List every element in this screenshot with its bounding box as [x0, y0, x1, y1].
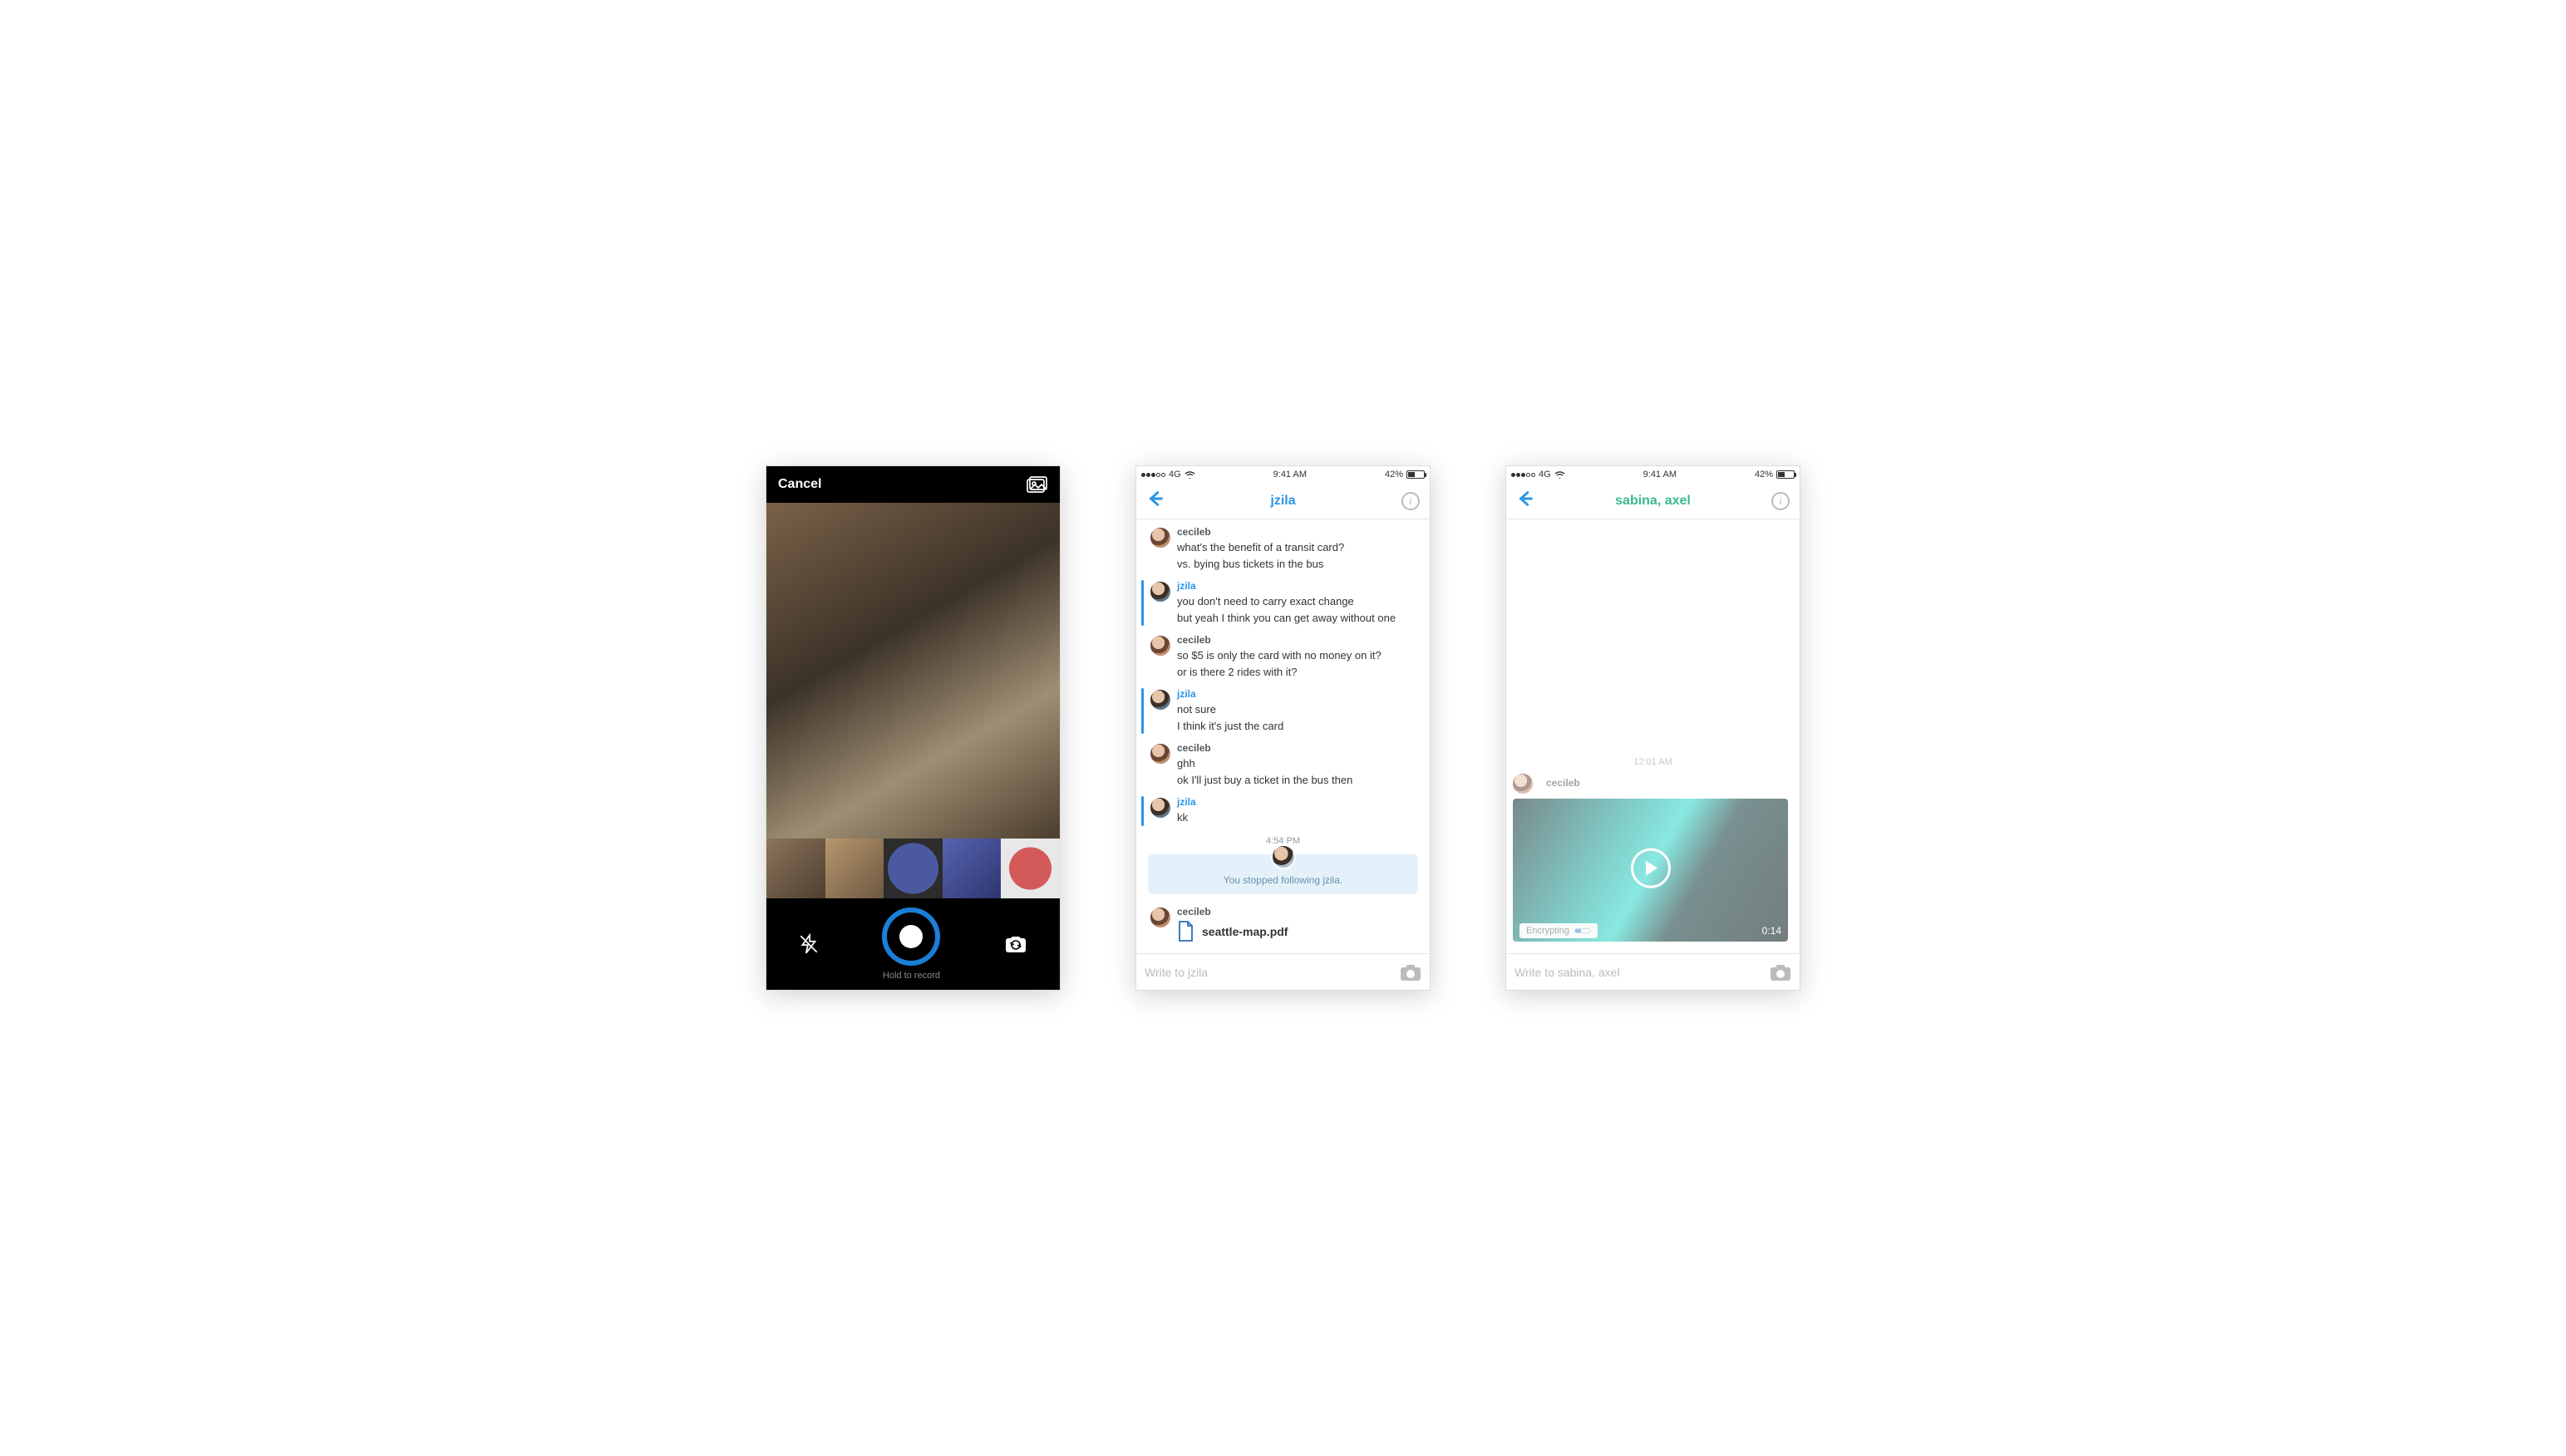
message-group: cecilebghhok I'll just buy a ticket in t… — [1136, 739, 1430, 793]
carrier-label: 4G — [1539, 470, 1551, 480]
battery-pct-label: 42% — [1385, 470, 1403, 480]
chat-title[interactable]: sabina, axel — [1615, 494, 1691, 509]
sender-username[interactable]: jzila — [1177, 796, 1421, 808]
switch-camera-icon[interactable] — [1003, 933, 1028, 955]
message-group: jzilakk — [1136, 793, 1430, 831]
avatar[interactable] — [1150, 908, 1170, 927]
message-list[interactable]: cecilebwhat's the benefit of a transit c… — [1136, 519, 1430, 953]
camera-bottom-bar: Hold to record — [766, 898, 1060, 990]
screen-chat-jzila: 4G 9:41 AM 42% jzila i cecilebwhat's the… — [1135, 465, 1431, 991]
chat-title[interactable]: jzila — [1270, 494, 1295, 509]
system-message-text: You stopped following jzila. — [1224, 874, 1343, 886]
cancel-button[interactable]: Cancel — [778, 477, 821, 492]
back-button[interactable] — [1146, 489, 1165, 512]
signal-dots-icon — [1511, 473, 1535, 477]
sender-username[interactable]: cecileb — [1177, 742, 1421, 754]
battery-pct-label: 42% — [1755, 470, 1773, 480]
message-text: so $5 is only the card with no money on … — [1177, 647, 1421, 664]
camera-icon[interactable] — [1770, 963, 1791, 981]
video-attachment[interactable]: Encrypting 0:14 — [1513, 799, 1788, 942]
message-group: jzilayou don't need to carry exact chang… — [1136, 577, 1430, 631]
camera-recent-thumbnails — [766, 839, 1060, 898]
battery-icon — [1406, 470, 1425, 479]
following-indicator — [1141, 796, 1144, 826]
avatar[interactable] — [1150, 582, 1170, 602]
avatar[interactable] — [1513, 774, 1533, 794]
encrypting-label: Encrypting — [1526, 926, 1569, 936]
message-text: but yeah I think you can get away withou… — [1177, 610, 1421, 627]
camera-viewfinder — [766, 503, 1060, 839]
message-text: not sure — [1177, 701, 1421, 718]
message-group: jzilanot sureI think it's just the card — [1136, 685, 1430, 739]
message-group: cecilebso $5 is only the card with no mo… — [1136, 631, 1430, 685]
status-bar: 4G 9:41 AM 42% — [1506, 466, 1800, 483]
nav-header: sabina, axel i — [1506, 483, 1800, 519]
gallery-icon[interactable] — [1027, 475, 1048, 494]
battery-icon — [1776, 470, 1795, 479]
clock-label: 9:41 AM — [1643, 470, 1677, 480]
thumbnail[interactable] — [766, 839, 825, 898]
video-duration: 0:14 — [1762, 925, 1781, 937]
timestamp-label: 12:01 AM — [1506, 752, 1800, 772]
screen-chat-group: 4G 9:41 AM 42% sabina, axel i 12:01 AM c… — [1505, 465, 1800, 991]
message-group: cecilebwhat's the benefit of a transit c… — [1136, 523, 1430, 577]
message-text: what's the benefit of a transit card? — [1177, 539, 1421, 556]
back-button[interactable] — [1516, 489, 1534, 512]
composer — [1506, 953, 1800, 990]
signal-dots-icon — [1141, 473, 1165, 477]
progress-bar — [1574, 928, 1591, 933]
status-bar: 4G 9:41 AM 42% — [1136, 466, 1430, 483]
composer-input[interactable] — [1514, 966, 1763, 979]
avatar[interactable] — [1150, 528, 1170, 548]
message-text: ok I'll just buy a ticket in the bus the… — [1177, 772, 1421, 789]
wifi-icon — [1184, 470, 1195, 479]
thumbnail[interactable] — [884, 839, 943, 898]
message-group: cecileb seattle-map.pdf — [1136, 903, 1430, 947]
message-text: ghh — [1177, 755, 1421, 772]
file-attachment[interactable]: seattle-map.pdf — [1177, 921, 1421, 942]
composer — [1136, 953, 1430, 990]
nav-header: jzila i — [1136, 483, 1430, 519]
file-icon — [1177, 921, 1194, 942]
thumbnail[interactable] — [943, 839, 1002, 898]
thumbnail[interactable] — [1001, 839, 1060, 898]
message-text: kk — [1177, 809, 1421, 826]
sender-username[interactable]: cecileb — [1177, 906, 1421, 917]
play-icon[interactable] — [1631, 849, 1671, 888]
wifi-icon — [1554, 470, 1565, 479]
following-indicator — [1141, 580, 1144, 626]
sender-username[interactable]: jzila — [1177, 580, 1421, 592]
system-message-card: You stopped following jzila. — [1148, 854, 1418, 894]
screen-camera: Cancel Hold to record — [766, 465, 1061, 991]
message-text: or is there 2 rides with it? — [1177, 664, 1421, 681]
info-button[interactable]: i — [1401, 492, 1420, 510]
avatar[interactable] — [1150, 690, 1170, 710]
avatar[interactable] — [1271, 844, 1296, 869]
message-text: you don't need to carry exact change — [1177, 593, 1421, 610]
flash-off-icon[interactable] — [798, 933, 820, 955]
shutter-button[interactable] — [882, 908, 940, 966]
camera-icon[interactable] — [1400, 963, 1421, 981]
carrier-label: 4G — [1169, 470, 1181, 480]
message-list[interactable]: 12:01 AM cecileb Encrypting 0:14 — [1506, 519, 1800, 953]
following-indicator — [1141, 688, 1144, 734]
sender-username[interactable]: cecileb — [1177, 526, 1421, 538]
encrypting-badge: Encrypting — [1519, 923, 1598, 938]
avatar[interactable] — [1150, 744, 1170, 764]
sender-username[interactable]: cecileb — [1177, 634, 1421, 646]
avatar[interactable] — [1150, 798, 1170, 818]
avatar[interactable] — [1150, 636, 1170, 656]
info-button[interactable]: i — [1771, 492, 1790, 510]
clock-label: 9:41 AM — [1273, 470, 1307, 480]
camera-top-bar: Cancel — [766, 466, 1060, 503]
sender-username[interactable]: cecileb — [1546, 777, 1580, 789]
hold-to-record-label: Hold to record — [883, 971, 940, 981]
message-text: vs. bying bus tickets in the bus — [1177, 556, 1421, 573]
file-name: seattle-map.pdf — [1202, 925, 1288, 938]
thumbnail[interactable] — [825, 839, 884, 898]
message-text: I think it's just the card — [1177, 718, 1421, 735]
composer-input[interactable] — [1145, 966, 1393, 979]
sender-username[interactable]: jzila — [1177, 688, 1421, 700]
